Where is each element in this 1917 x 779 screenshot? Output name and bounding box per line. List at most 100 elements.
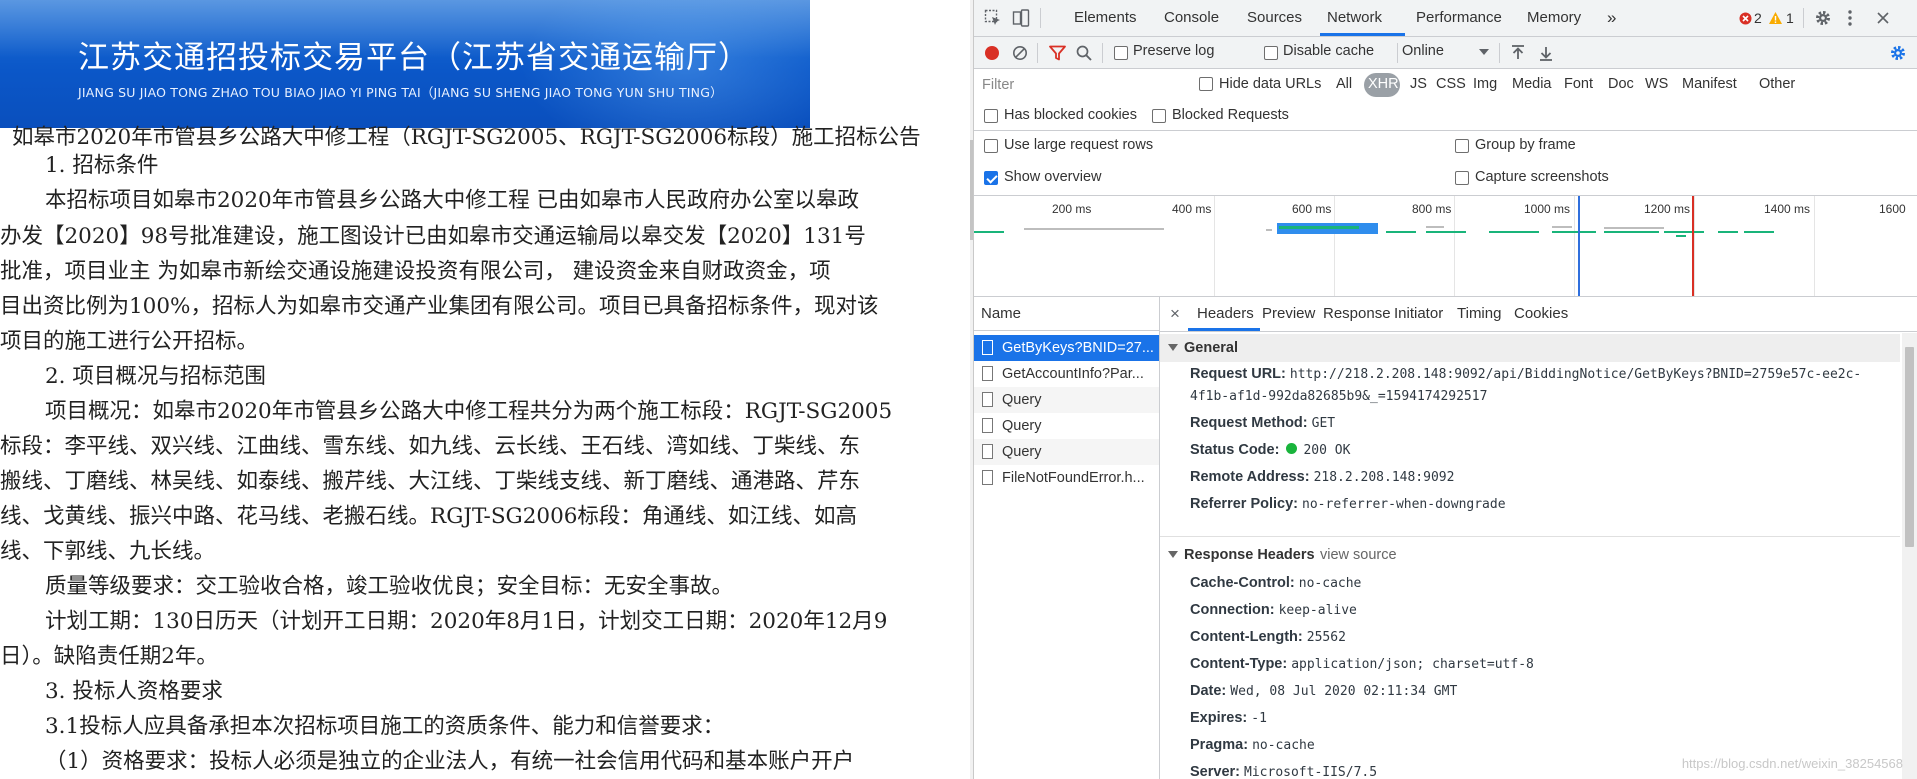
response-header-row: Server: Microsoft-IIS/7.5 xyxy=(1190,764,1378,779)
timeline-request-bar xyxy=(1744,231,1774,233)
general-section-header[interactable]: General xyxy=(1160,334,1900,362)
tab-network[interactable]: Network xyxy=(1327,0,1382,36)
settings-gear-icon[interactable] xyxy=(1812,7,1834,29)
disable-cache-checkbox[interactable] xyxy=(1264,46,1278,60)
request-row[interactable]: GetAccountInfo?Par... xyxy=(974,361,1159,387)
request-row[interactable]: Query xyxy=(974,387,1159,413)
show-overview-checkbox[interactable] xyxy=(984,171,998,185)
section-heading: 2. 项目概况与招标范围 xyxy=(45,364,266,389)
filter-type-media[interactable]: Media xyxy=(1512,76,1552,92)
tab-console[interactable]: Console xyxy=(1164,0,1219,36)
warning-icon[interactable] xyxy=(1768,10,1783,25)
request-name[interactable]: Query xyxy=(1002,439,1042,465)
request-name[interactable]: Query xyxy=(1002,413,1042,439)
filter-type-js[interactable]: JS xyxy=(1410,76,1427,92)
tick-label: 1600 xyxy=(1879,202,1906,216)
tick-label: 200 ms xyxy=(1052,202,1092,216)
error-count[interactable]: 2 xyxy=(1754,0,1762,36)
view-source-link[interactable]: view source xyxy=(1320,547,1397,563)
paragraph-line: 日）。缺陷责任期2年。 xyxy=(0,644,218,669)
network-overview-timeline[interactable]: 200 ms 400 ms 600 ms 800 ms 1000 ms 1200… xyxy=(974,196,1917,297)
blocked-requests-label[interactable]: Blocked Requests xyxy=(1172,107,1289,123)
filter-type-img[interactable]: Img xyxy=(1473,76,1497,92)
close-devtools-icon[interactable] xyxy=(1872,7,1894,29)
timeline-download-segment xyxy=(1279,226,1359,229)
timeline-request-bar xyxy=(1426,231,1466,233)
request-row[interactable]: GetByKeys?BNID=27... xyxy=(974,335,1159,361)
hide-data-urls-label[interactable]: Hide data URLs xyxy=(1219,76,1321,92)
tab-response[interactable]: Response xyxy=(1323,297,1391,331)
timeline-request-bar xyxy=(1024,228,1164,230)
dom-content-loaded-marker xyxy=(1578,196,1580,296)
tab-timing[interactable]: Timing xyxy=(1457,297,1501,331)
filter-type-ws[interactable]: WS xyxy=(1645,76,1668,92)
inspect-element-icon[interactable] xyxy=(982,7,1004,29)
large-rows-checkbox[interactable] xyxy=(984,139,998,153)
has-blocked-cookies-label[interactable]: Has blocked cookies xyxy=(1004,107,1137,123)
filter-type-css[interactable]: CSS xyxy=(1436,76,1466,92)
request-name[interactable]: GetAccountInfo?Par... xyxy=(1002,361,1144,387)
warning-count[interactable]: 1 xyxy=(1786,0,1794,36)
tab-memory[interactable]: Memory xyxy=(1527,0,1581,36)
filter-type-all[interactable]: All xyxy=(1336,76,1352,92)
tab-sources[interactable]: Sources xyxy=(1247,0,1302,36)
request-row[interactable]: FileNotFoundError.h... xyxy=(974,465,1159,491)
search-icon[interactable] xyxy=(1075,44,1093,62)
status-code-row: Status Code: 200 OK xyxy=(1190,442,1351,458)
request-name[interactable]: Query xyxy=(1002,387,1042,413)
filter-type-other[interactable]: Other xyxy=(1759,76,1795,92)
disable-cache-label[interactable]: Disable cache xyxy=(1283,43,1374,59)
tab-cookies[interactable]: Cookies xyxy=(1514,297,1568,331)
filter-type-xhr[interactable]: XHR xyxy=(1368,76,1399,92)
response-headers-section-header[interactable]: Response Headers xyxy=(1160,541,1900,569)
request-row[interactable]: Query xyxy=(974,439,1159,465)
show-overview-label[interactable]: Show overview xyxy=(1004,169,1102,185)
tab-performance[interactable]: Performance xyxy=(1416,0,1502,36)
filter-type-manifest[interactable]: Manifest xyxy=(1682,76,1737,92)
filter-type-font[interactable]: Font xyxy=(1564,76,1593,92)
tab-elements[interactable]: Elements xyxy=(1074,0,1137,36)
large-rows-label[interactable]: Use large request rows xyxy=(1004,137,1153,153)
timeline-request-bar xyxy=(1718,231,1738,233)
more-tabs-button[interactable]: » xyxy=(1607,0,1616,36)
throttling-select[interactable]: Online xyxy=(1402,43,1444,59)
active-tab-indicator xyxy=(1320,33,1405,36)
clear-icon[interactable] xyxy=(1011,44,1029,62)
request-url-row: Request URL: http://218.2.208.148:9092/a… xyxy=(1190,366,1862,382)
filter-input[interactable]: Filter xyxy=(982,77,1152,93)
request-name[interactable]: GetByKeys?BNID=27... xyxy=(1002,335,1154,361)
capture-screenshots-checkbox[interactable] xyxy=(1455,171,1469,185)
dropdown-arrow-icon[interactable] xyxy=(1478,46,1490,58)
active-detail-tab-indicator xyxy=(1188,328,1260,331)
record-icon[interactable] xyxy=(983,44,1001,62)
import-har-icon[interactable] xyxy=(1510,44,1526,62)
more-options-icon[interactable] xyxy=(1842,7,1858,29)
close-details-icon[interactable]: × xyxy=(1170,297,1180,331)
site-banner: 江苏交通招投标交易平台（江苏省交通运输厅） JIANG SU JIAO TONG… xyxy=(0,0,810,128)
network-settings-gear-icon[interactable] xyxy=(1888,43,1908,63)
tab-preview[interactable]: Preview xyxy=(1262,297,1315,331)
request-row[interactable]: Query xyxy=(974,413,1159,439)
hide-data-urls-checkbox[interactable] xyxy=(1199,77,1213,91)
request-name[interactable]: FileNotFoundError.h... xyxy=(1002,465,1145,491)
group-by-frame-label[interactable]: Group by frame xyxy=(1475,137,1576,153)
filter-type-doc[interactable]: Doc xyxy=(1608,76,1634,92)
details-scrollbar-thumb[interactable] xyxy=(1905,347,1914,547)
filter-icon[interactable] xyxy=(1048,44,1066,62)
timeline-request-bar xyxy=(1552,231,1596,233)
load-event-marker xyxy=(1692,196,1694,296)
tab-headers[interactable]: Headers xyxy=(1197,297,1254,331)
error-icon[interactable] xyxy=(1738,11,1752,25)
blocked-requests-checkbox[interactable] xyxy=(1152,109,1166,123)
has-blocked-cookies-checkbox[interactable] xyxy=(984,109,998,123)
preserve-log-label[interactable]: Preserve log xyxy=(1133,43,1214,59)
group-by-frame-checkbox[interactable] xyxy=(1455,139,1469,153)
tab-initiator[interactable]: Initiator xyxy=(1394,297,1443,331)
capture-screenshots-label[interactable]: Capture screenshots xyxy=(1475,169,1609,185)
name-column-header[interactable]: Name xyxy=(974,297,1159,331)
response-header-row: Cache-Control: no-cache xyxy=(1190,575,1362,591)
paragraph-line: 目出资比例为100%，招标人为如皋市交通产业集团有限公司。项目已具备招标条件，现… xyxy=(0,294,879,319)
export-har-icon[interactable] xyxy=(1538,44,1554,62)
preserve-log-checkbox[interactable] xyxy=(1114,46,1128,60)
device-toolbar-icon[interactable] xyxy=(1010,7,1032,29)
